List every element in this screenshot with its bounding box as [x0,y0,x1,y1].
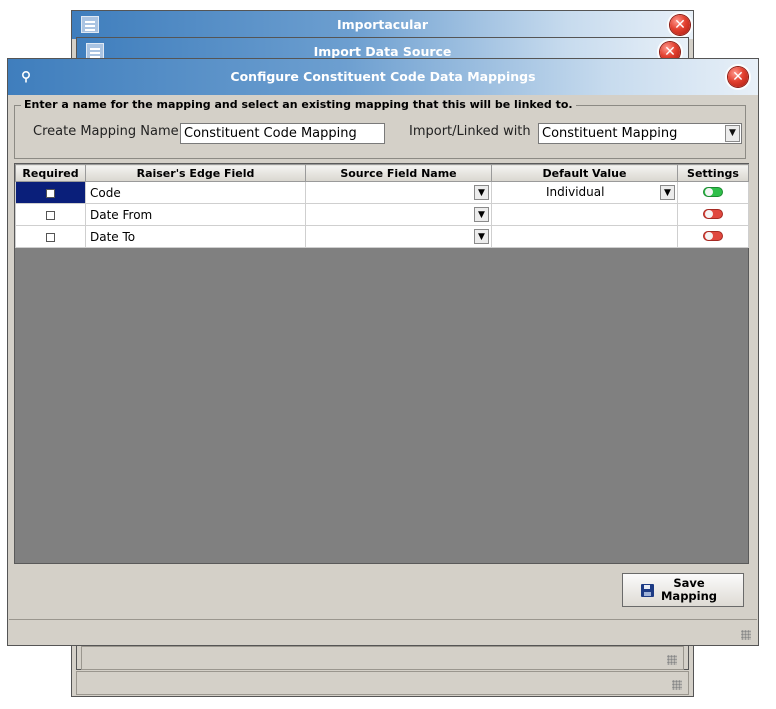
required-cell[interactable] [15,181,86,204]
import-data-source-statusbar [81,646,684,670]
col-header-source-field[interactable]: Source Field Name [305,164,492,182]
mapping-name-group: Enter a name for the mapping and select … [14,98,746,159]
table-row[interactable]: Code ▼ Individual ▼ [15,181,749,204]
importacular-titlebar: Importacular ✕ [72,11,693,39]
required-checkbox[interactable] [46,232,55,242]
required-cell[interactable] [15,203,86,226]
mapping-name-label: Create Mapping Name [33,124,179,139]
dialog-statusbar [9,619,757,644]
chevron-down-icon[interactable]: ▼ [474,207,489,222]
settings-cell [677,181,749,204]
required-cell[interactable] [15,225,86,248]
mapping-name-input[interactable]: Constituent Code Mapping [180,123,385,144]
default-value-text: Individual [546,185,605,199]
grid-header-row: Required Raiser's Edge Field Source Fiel… [15,164,749,182]
resize-grip-icon[interactable] [672,680,682,690]
col-header-default-value[interactable]: Default Value [491,164,678,182]
chevron-down-icon[interactable]: ▼ [725,125,740,142]
source-field-cell[interactable]: ▼ [305,203,492,226]
resize-grip-icon[interactable] [667,655,677,665]
linked-with-value: Constituent Mapping [542,126,678,141]
default-value-cell[interactable] [491,203,678,226]
col-header-re-field[interactable]: Raiser's Edge Field [85,164,306,182]
dialog-title: Configure Constituent Code Data Mappings [230,69,536,84]
settings-toggle-icon[interactable] [703,231,723,241]
save-mapping-button[interactable]: Save Mapping [622,573,744,607]
floppy-disk-icon [641,584,654,597]
settings-toggle-icon[interactable] [703,209,723,219]
re-field-cell: Date From [85,203,306,226]
settings-cell [677,203,749,226]
mappings-grid: Required Raiser's Edge Field Source Fiel… [14,163,749,564]
resize-grip-icon[interactable] [741,630,751,640]
default-value-cell[interactable] [491,225,678,248]
configure-mappings-titlebar: Configure Constituent Code Data Mappings… [8,59,758,95]
table-row[interactable]: Date From ▼ [15,203,749,226]
chevron-down-icon[interactable]: ▼ [474,185,489,200]
source-field-cell[interactable]: ▼ [305,181,492,204]
re-field-cell: Date To [85,225,306,248]
required-checkbox[interactable] [46,210,55,220]
mapping-group-legend: Enter a name for the mapping and select … [21,98,576,111]
col-header-required[interactable]: Required [15,164,86,182]
importacular-close-icon[interactable]: ✕ [670,15,690,35]
source-field-cell[interactable]: ▼ [305,225,492,248]
dialog-close-icon[interactable]: ✕ [728,67,748,87]
re-field-cell: Code [85,181,306,204]
default-value-cell[interactable]: Individual ▼ [491,181,678,204]
configure-mappings-dialog: Configure Constituent Code Data Mappings… [7,58,759,646]
settings-cell [677,225,749,248]
linked-with-label: Import/Linked with [409,124,531,139]
save-mapping-label: Save Mapping [660,576,718,603]
settings-toggle-icon[interactable] [703,187,723,197]
required-checkbox[interactable] [46,188,55,198]
mappings-table: Required Raiser's Edge Field Source Fiel… [15,164,749,248]
importacular-title: Importacular [337,17,428,32]
importacular-statusbar [76,671,689,695]
chevron-down-icon[interactable]: ▼ [474,229,489,244]
linked-with-select[interactable]: Constituent Mapping ▼ [538,123,742,144]
table-row[interactable]: Date To ▼ [15,225,749,248]
chevron-down-icon[interactable]: ▼ [660,185,675,200]
col-header-settings[interactable]: Settings [677,164,749,182]
